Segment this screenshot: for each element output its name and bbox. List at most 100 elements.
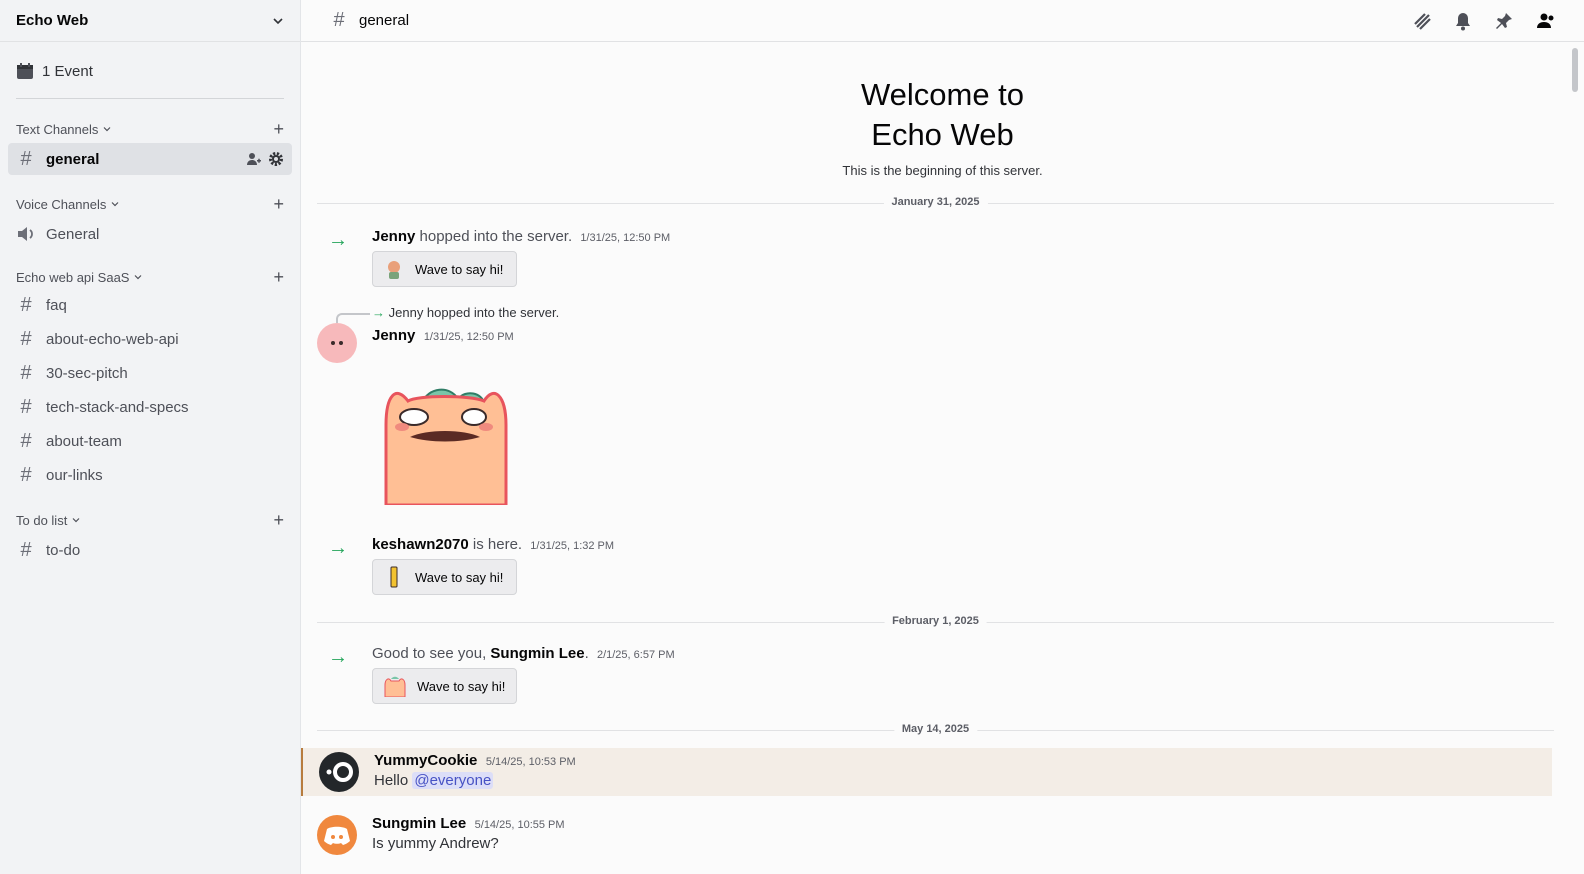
category-echo-web-api-saas[interactable]: Echo web api SaaS + [0, 267, 300, 287]
channel-label: tech-stack-and-specs [46, 398, 189, 416]
wave-button[interactable]: Wave to say hi! [372, 668, 517, 704]
create-invite-icon[interactable] [246, 151, 262, 167]
channel-tech-stack-and-specs[interactable]: # tech-stack-and-specs [8, 391, 292, 423]
wave-button[interactable]: Wave to say hi! [372, 251, 517, 287]
join-arrow-icon: → [372, 305, 385, 320]
category-text-channels[interactable]: Text Channels + [0, 119, 300, 139]
channel-our-links[interactable]: # our-links [8, 459, 292, 491]
message-text: Is yummy Andrew? [372, 835, 499, 852]
welcome-subtitle: This is the beginning of this server. [842, 163, 1043, 178]
category-label: Text Channels [16, 121, 99, 137]
threads-icon[interactable] [1412, 11, 1432, 31]
system-join-message: → Good to see you, Sungmin Lee. 2/1/25, … [301, 645, 1584, 704]
join-arrow-icon: → [328, 646, 348, 668]
avatar[interactable] [319, 752, 359, 792]
join-arrow-icon: → [328, 229, 348, 251]
username[interactable]: Sungmin Lee [490, 645, 584, 662]
category-to-do-list[interactable]: To do list + [0, 510, 300, 530]
reply-message: → Jenny hopped into the server. Jenny 1/… [301, 305, 1584, 510]
chat-message: Sungmin Lee 5/14/25, 10:55 PM Is yummy A… [301, 815, 1584, 855]
channel-about-echo-web-api[interactable]: # about-echo-web-api [8, 323, 292, 355]
add-channel-icon[interactable]: + [273, 511, 284, 529]
channel-label: about-team [46, 432, 122, 450]
reply-reference[interactable]: → Jenny hopped into the server. [336, 305, 1584, 323]
channel-30-sec-pitch[interactable]: #30-sec-pitch [8, 357, 292, 389]
wave-label: Wave to say hi! [415, 261, 504, 277]
system-text: hopped into the server. [419, 228, 573, 245]
category-label: To do list [16, 512, 68, 528]
events-item[interactable]: 1 Event [8, 50, 292, 92]
timestamp: 1/31/25, 12:50 PM [423, 331, 514, 343]
channel-about-team[interactable]: # about-team [8, 425, 292, 457]
username[interactable]: Jenny [372, 327, 415, 344]
sticker[interactable] [372, 375, 1584, 510]
timestamp: 1/31/25, 1:32 PM [530, 540, 615, 552]
welcome-title: Welcome to Echo Web [301, 75, 1584, 155]
pin-icon[interactable] [1494, 11, 1514, 31]
hash-icon: # [20, 361, 32, 384]
date-label: February 1, 2025 [884, 615, 987, 627]
date-label: January 31, 2025 [883, 196, 988, 208]
chevron-down-icon [111, 202, 119, 207]
channel-label: about-echo-web-api [46, 330, 179, 348]
date-divider: May 14, 2025 [317, 723, 1554, 735]
server-name: Echo Web [16, 12, 89, 29]
wave-label: Wave to say hi! [417, 678, 506, 694]
reply-text: Jenny hopped into the server. [388, 305, 560, 320]
avatar[interactable] [317, 323, 357, 363]
date-divider: February 1, 2025 [317, 615, 1554, 627]
member-list-icon[interactable] [1536, 11, 1556, 31]
hash-icon: # [20, 327, 32, 350]
timestamp: 2/1/25, 6:57 PM [596, 649, 675, 661]
channel-faq[interactable]: # faq [8, 289, 292, 321]
username[interactable]: Jenny [372, 228, 415, 245]
discord-logo-icon [324, 826, 350, 845]
date-divider: January 31, 2025 [317, 196, 1554, 208]
channel-label: faq [46, 296, 67, 314]
welcome-line-1: Welcome to [860, 77, 1025, 112]
chevron-down-icon [72, 518, 80, 523]
channel-sidebar: Echo Web 1 Event Text Channels + # gener… [0, 0, 301, 874]
add-channel-icon[interactable]: + [273, 268, 284, 286]
timestamp: 1/31/25, 12:50 PM [580, 232, 671, 244]
category-label: Echo web api SaaS [16, 269, 130, 285]
bell-icon[interactable] [1454, 11, 1472, 31]
system-text: Good to see you, [372, 645, 487, 662]
channel-label: to-do [46, 541, 81, 559]
username[interactable]: Sungmin Lee [372, 815, 466, 832]
channel-to-do[interactable]: # to-do [8, 534, 292, 566]
avatar[interactable] [317, 815, 357, 855]
chevron-down-icon [135, 275, 142, 280]
hash-icon: # [20, 463, 32, 486]
category-voice-channels[interactable]: Voice Channels + [0, 194, 300, 214]
message-text: Hello [374, 772, 409, 789]
everyone-mention[interactable]: @everyone [412, 772, 494, 789]
channel-header: # general [301, 0, 1584, 42]
chat-area: # general Welcome to Echo Web This is th… [301, 0, 1584, 874]
username[interactable]: YummyCookie [374, 752, 477, 769]
hash-icon: # [20, 429, 32, 452]
channel-general[interactable]: # general [8, 143, 292, 175]
add-channel-icon[interactable]: + [273, 195, 284, 213]
welcome-block: Welcome to Echo Web This is the beginnin… [301, 75, 1584, 178]
channel-label: General [46, 225, 100, 243]
channel-label: 30-sec-pitch [46, 364, 128, 382]
chevron-down-icon [273, 17, 283, 24]
chevron-down-icon [103, 127, 111, 132]
username[interactable]: keshawn2070 [372, 536, 469, 553]
add-channel-icon[interactable]: + [273, 120, 284, 138]
wave-button[interactable]: Wave to say hi! [372, 559, 517, 595]
scrollbar-thumb[interactable] [1572, 48, 1578, 92]
voice-channel-general[interactable]: General [8, 218, 292, 250]
peach-sticker-icon [384, 388, 508, 507]
system-text: . [584, 645, 589, 662]
server-header[interactable]: Echo Web [0, 0, 300, 42]
timestamp: 5/14/25, 10:55 PM [474, 819, 565, 831]
sticker-icon [390, 566, 398, 588]
gear-icon[interactable] [268, 151, 284, 167]
events-label: 1 Event [42, 62, 93, 80]
welcome-line-2: Echo Web [871, 117, 1014, 152]
system-text: is here. [472, 536, 523, 553]
hash-icon: # [20, 395, 32, 418]
wave-label: Wave to say hi! [415, 569, 504, 585]
